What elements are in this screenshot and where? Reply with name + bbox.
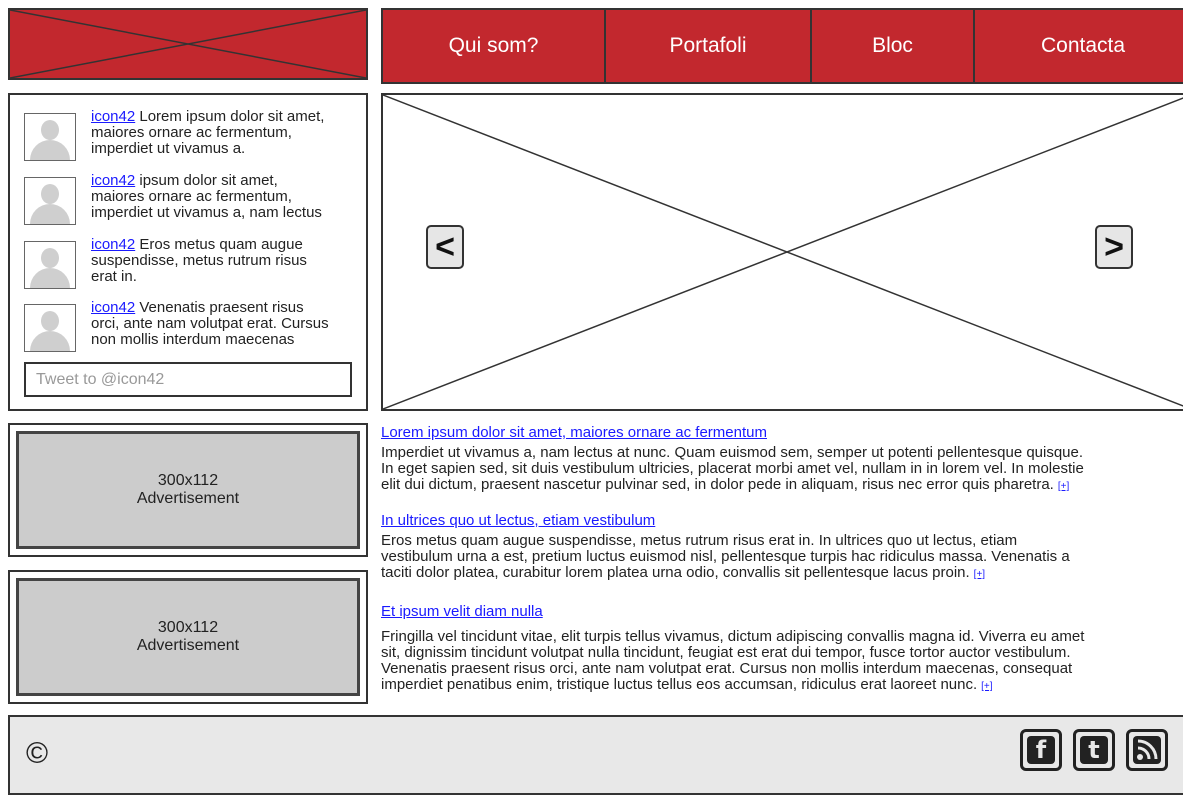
article-line: Imperdiet ut vivamus a, nam lectus at nu… [381, 444, 1084, 461]
article-line-text: elit dui dictum, praesent nascetur pulvi… [381, 476, 1054, 493]
nav-item-portafoli[interactable]: Portafoli [606, 10, 812, 82]
article-item: Lorem ipsum dolor sit amet, maiores orna… [381, 424, 1183, 495]
tweet-text: icon42 ipsum dolor sit amet, maiores orn… [91, 173, 371, 221]
footer: © f t [8, 715, 1183, 795]
article-line-text: taciti dolor platea, curabitur lorem pla… [381, 564, 970, 581]
article-excerpt: Eros metus quam augue suspendisse, metus… [381, 533, 1183, 583]
read-more-link[interactable]: [+] [1058, 481, 1069, 492]
article-line: taciti dolor platea, curabitur lorem pla… [381, 565, 1183, 583]
ad-size: 300x112 [157, 472, 219, 489]
article-line: In eget sapien sed, sit duis vestibulum … [381, 460, 1084, 477]
tweet-line: erat in. [91, 268, 137, 285]
advertisement-box: 300x112 Advertisement [16, 431, 360, 549]
main-nav: Qui som? Portafoli Bloc Contacta [381, 8, 1183, 84]
nav-item-bloc[interactable]: Bloc [812, 10, 975, 82]
tweet-text: icon42 Venenatis praesent risus orci, an… [91, 300, 371, 348]
tweet-text: icon42 Eros metus quam augue suspendisse… [91, 237, 371, 285]
ad-label: Advertisement [136, 637, 240, 654]
article-excerpt: Fringilla vel tincidunt vitae, elit turp… [381, 629, 1183, 695]
tweet-line: suspendisse, metus rutrum risus [91, 252, 307, 269]
facebook-glyph: f [1035, 736, 1047, 764]
article-title-link[interactable]: Et ipsum velit diam nulla [381, 603, 1183, 620]
tweet-line: maiores ornare ac fermentum, [91, 124, 292, 141]
article-excerpt: Imperdiet ut vivamus a, nam lectus at nu… [381, 445, 1183, 495]
nav-item-qui-som[interactable]: Qui som? [383, 10, 606, 82]
tweet-input[interactable] [24, 362, 352, 397]
article-line: sit, dignissim tincidunt volutpat nulla … [381, 644, 1071, 661]
user-avatar-icon [24, 304, 76, 352]
article-line: elit dui dictum, praesent nascetur pulvi… [381, 477, 1183, 495]
chevron-left-icon: < [435, 227, 455, 266]
hero-carousel: < > [381, 93, 1183, 411]
tweet-user-link[interactable]: icon42 [91, 236, 135, 253]
article-line-text: imperdiet penatibus enim, tristique luct… [381, 676, 978, 693]
tweet-line: Lorem ipsum dolor sit amet, [139, 108, 325, 125]
facebook-icon: f [1027, 736, 1055, 764]
ad-size: 300x112 [157, 619, 219, 636]
article-line: Fringilla vel tincidunt vitae, elit turp… [381, 628, 1085, 645]
twitter-icon: t [1080, 736, 1108, 764]
user-avatar-icon [24, 113, 76, 161]
image-placeholder-icon [10, 10, 366, 78]
article-title-link[interactable]: In ultrices quo ut lectus, etiam vestibu… [381, 512, 1183, 529]
twitter-glyph: t [1088, 736, 1100, 764]
ad-label: Advertisement [136, 490, 240, 507]
tweet-user-link[interactable]: icon42 [91, 108, 135, 125]
read-more-link[interactable]: [+] [974, 569, 985, 580]
tweet-line: orci, ante nam volutpat erat. Cursus [91, 315, 329, 332]
logo-placeholder[interactable] [8, 8, 368, 80]
twitter-button[interactable]: t [1073, 729, 1115, 771]
user-avatar-icon [24, 177, 76, 225]
tweet-user-link[interactable]: icon42 [91, 172, 135, 189]
article-item: In ultrices quo ut lectus, etiam vestibu… [381, 512, 1183, 583]
rss-button[interactable] [1126, 729, 1168, 771]
facebook-button[interactable]: f [1020, 729, 1062, 771]
advertisement-slot[interactable]: 300x112 Advertisement [8, 570, 368, 704]
article-item: Et ipsum velit diam nulla Fringilla vel … [381, 603, 1183, 695]
tweet-line: non mollis interdum maecenas [91, 331, 295, 348]
tweet-line: ipsum dolor sit amet, [139, 172, 278, 189]
user-avatar-icon [24, 241, 76, 289]
tweet-text: icon42 Lorem ipsum dolor sit amet, maior… [91, 109, 371, 157]
tweet-line: imperdiet ut vivamus a. [91, 140, 246, 157]
article-line: imperdiet penatibus enim, tristique luct… [381, 677, 1183, 695]
rss-glyph [1137, 739, 1158, 760]
carousel-next-button[interactable]: > [1095, 225, 1133, 269]
advertisement-box: 300x112 Advertisement [16, 578, 360, 696]
tweet-line: imperdiet ut vivamus a, nam lectus [91, 204, 322, 221]
tweet-line: Eros metus quam augue [139, 236, 303, 253]
tweet-user-link[interactable]: icon42 [91, 299, 135, 316]
article-line: Venenatis praesent risus orci, ante nam … [381, 660, 1073, 677]
chevron-right-icon: > [1104, 227, 1124, 266]
advertisement-slot[interactable]: 300x112 Advertisement [8, 423, 368, 557]
image-placeholder-icon [383, 95, 1183, 409]
tweet-line: Venenatis praesent risus [139, 299, 304, 316]
rss-icon [1133, 736, 1161, 764]
carousel-prev-button[interactable]: < [426, 225, 464, 269]
article-line: Eros metus quam augue suspendisse, metus… [381, 532, 1018, 549]
read-more-link[interactable]: [+] [981, 681, 992, 692]
article-line: vestibulum urna a est, pretium luctus eu… [381, 548, 1070, 565]
tweet-line: maiores ornare ac fermentum, [91, 188, 292, 205]
article-title-link[interactable]: Lorem ipsum dolor sit amet, maiores orna… [381, 424, 1183, 441]
copyright-symbol: © [26, 737, 49, 770]
nav-item-contacta[interactable]: Contacta [975, 10, 1183, 82]
